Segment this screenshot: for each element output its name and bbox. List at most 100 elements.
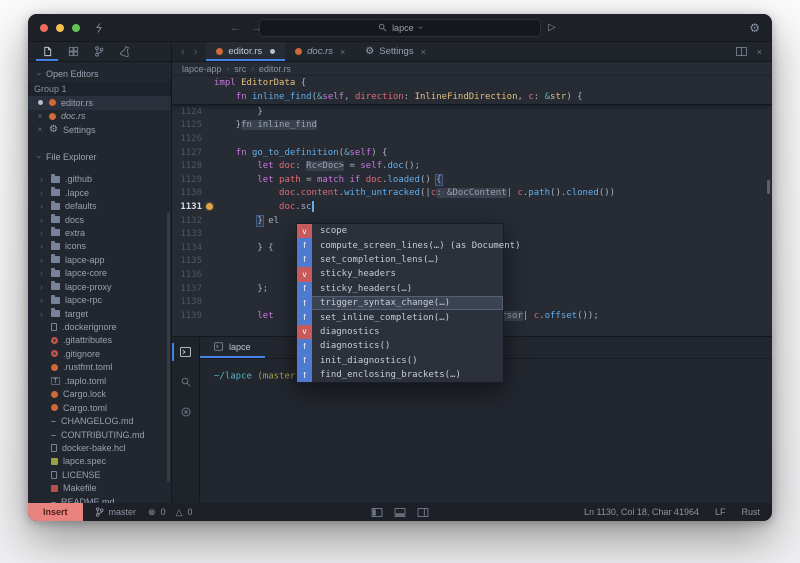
tree-item-lapce-core[interactable]: ›lapce-core [28, 267, 171, 280]
line-number: 1125 [172, 120, 202, 130]
maximize-window-button[interactable] [72, 24, 80, 32]
tree-item-.github[interactable]: ›.github [28, 173, 171, 186]
code-line-1129[interactable]: 1129 let path = match if doc.loaded() { [172, 173, 772, 187]
split-editor-icon[interactable] [736, 47, 747, 56]
tree-item-extra[interactable]: ›extra [28, 226, 171, 239]
activity-explorer[interactable] [36, 42, 58, 61]
remote-connection-icon[interactable] [94, 23, 104, 33]
breadcrumb-part[interactable]: editor.rs [259, 64, 291, 74]
problems-panel-icon[interactable] [172, 403, 199, 421]
tree-item-Cargo.toml[interactable]: Cargo.toml [28, 401, 171, 414]
tree-item-lapce-rpc[interactable]: ›lapce-rpc [28, 293, 171, 306]
completion-item-diagnostics[interactable]: vdiagnostics [297, 325, 503, 339]
modified-dot-icon[interactable] [38, 100, 43, 105]
tree-item-.taplo.toml[interactable]: T.taplo.toml [28, 374, 171, 387]
completion-item-compute_screen_linesasDocument[interactable]: fcompute_screen_lines(…) (as Document) [297, 238, 503, 252]
open-editors-header[interactable]: › Open Editors [28, 66, 171, 82]
tree-item-.lapce[interactable]: ›.lapce [28, 186, 171, 199]
completion-item-trigger_syntax_change[interactable]: ftrigger_syntax_change(…) [297, 296, 503, 310]
activity-debug[interactable] [114, 42, 136, 61]
close-tab-icon[interactable]: × [340, 47, 345, 57]
code-line-1124[interactable]: 1124 } [172, 105, 772, 119]
run-button[interactable]: ▷ [548, 22, 556, 33]
tree-item-target[interactable]: ›target [28, 307, 171, 320]
completion-item-diagnostics[interactable]: fdiagnostics() [297, 339, 503, 353]
editor-scrollbar[interactable] [767, 180, 770, 194]
sidebar-scrollbar[interactable] [167, 212, 170, 482]
terminal-tab-lapce[interactable]: lapce [200, 337, 265, 358]
tree-item-LICENSE[interactable]: LICENSE [28, 468, 171, 481]
file-explorer-header[interactable]: › File Explorer [28, 149, 171, 165]
tree-item-.gitattributes[interactable]: .gitattributes [28, 334, 171, 347]
sticky-line[interactable]: impl EditorData { [172, 76, 772, 90]
completion-item-sticky_headers[interactable]: fsticky_headers(…) [297, 282, 503, 296]
completion-item-find_enclosing_brackets[interactable]: ffind_enclosing_brackets(…) [297, 368, 503, 382]
mode-badge[interactable]: Insert [28, 503, 83, 521]
folder-icon [51, 310, 60, 317]
open-editor-editor.rs[interactable]: editor.rs [28, 96, 171, 110]
activity-plugins[interactable] [62, 42, 84, 61]
language-indicator[interactable]: Rust [741, 507, 760, 517]
cursor-position[interactable]: Ln 1130, Col 18, Char 41964 [584, 507, 699, 517]
close-icon[interactable]: × [36, 125, 44, 134]
tree-item-lapce.spec[interactable]: lapce.spec [28, 455, 171, 468]
completion-item-sticky_headers[interactable]: vsticky_headers [297, 267, 503, 281]
code-line-1126[interactable]: 1126 [172, 132, 772, 146]
eol-indicator[interactable]: LF [715, 507, 726, 517]
tree-item-docker-bake.hcl[interactable]: docker-bake.hcl [28, 441, 171, 454]
breadcrumb-part[interactable]: lapce-app [182, 64, 222, 74]
breadcrumb[interactable]: lapce-app›src›editor.rs [172, 62, 772, 76]
tree-item-CHANGELOG.md[interactable]: –CHANGELOG.md [28, 414, 171, 427]
breadcrumb-part[interactable]: src [234, 64, 246, 74]
lightbulb-icon[interactable] [206, 203, 213, 210]
close-icon[interactable]: × [36, 112, 44, 121]
tree-item-.gitignore[interactable]: .gitignore [28, 347, 171, 360]
tab-Settings[interactable]: ⚙Settings× [355, 42, 436, 61]
close-window-button[interactable] [40, 24, 48, 32]
activity-source-control[interactable] [88, 42, 110, 61]
tab-back-icon[interactable]: ‹ [181, 46, 185, 58]
toggle-left-panel-icon[interactable] [372, 508, 383, 517]
toggle-bottom-panel-icon[interactable] [395, 508, 406, 517]
code-line-1127[interactable]: 1127 fn go_to_definition(&self) { [172, 146, 772, 160]
tree-item-Makefile[interactable]: Makefile [28, 482, 171, 495]
code-line-1125[interactable]: 1125 }fn inline_find [172, 119, 772, 133]
completion-item-init_diagnostics[interactable]: finit_diagnostics() [297, 354, 503, 368]
sticky-line[interactable]: fn inline_find(&self, direction: InlineF… [172, 90, 772, 104]
tab-editor.rs[interactable]: editor.rs [206, 42, 285, 61]
line-number: 1126 [172, 134, 202, 144]
minimize-window-button[interactable] [56, 24, 64, 32]
completion-item-set_completion_lens[interactable]: fset_completion_lens(…) [297, 253, 503, 267]
search-panel-icon[interactable] [172, 373, 199, 391]
branch-indicator[interactable]: master [95, 507, 137, 517]
tree-item-lapce-proxy[interactable]: ›lapce-proxy [28, 280, 171, 293]
tree-item-defaults[interactable]: ›defaults [28, 199, 171, 212]
completion-item-set_inline_completion[interactable]: fset_inline_completion(…) [297, 310, 503, 324]
editor-group-header[interactable]: Group 1 [28, 82, 171, 96]
tree-item-README.md[interactable]: –README.md [28, 495, 171, 503]
open-editor-Settings[interactable]: ×⚙Settings [28, 123, 171, 137]
tab-doc.rs[interactable]: doc.rs× [285, 42, 355, 61]
close-editor-icon[interactable]: × [757, 47, 762, 57]
variable-kind-icon: v [297, 224, 312, 238]
tree-item-CONTRIBUTING.md[interactable]: –CONTRIBUTING.md [28, 428, 171, 441]
tree-item-icons[interactable]: ›icons [28, 240, 171, 253]
code-line-1130[interactable]: 1130 doc.content.with_untracked(|c: &Doc… [172, 187, 772, 201]
tab-forward-icon[interactable]: › [194, 46, 198, 58]
problems-indicator[interactable]: ⊗ 0 △ 0 [148, 507, 193, 518]
terminal-panel-icon[interactable] [172, 343, 199, 361]
toggle-right-panel-icon[interactable] [418, 508, 429, 517]
tree-item-Cargo.lock[interactable]: Cargo.lock [28, 388, 171, 401]
close-tab-icon[interactable]: × [421, 47, 426, 57]
code-line-1131[interactable]: 1131 doc.sc [172, 200, 772, 214]
tree-item-.dockerignore[interactable]: .dockerignore [28, 320, 171, 333]
tree-item-lapce-app[interactable]: ›lapce-app [28, 253, 171, 266]
tree-item-docs[interactable]: ›docs [28, 213, 171, 226]
command-palette-search[interactable]: lapce › [259, 19, 541, 37]
tree-item-.rustfmt.toml[interactable]: .rustfmt.toml [28, 361, 171, 374]
completion-item-scope[interactable]: vscope [297, 224, 503, 238]
open-editor-doc.rs[interactable]: ×doc.rs [28, 110, 171, 124]
back-icon[interactable]: ← [230, 22, 241, 34]
settings-gear-icon[interactable]: ⚙ [749, 21, 760, 35]
code-line-1128[interactable]: 1128 let doc: Rc<Doc> = self.doc(); [172, 159, 772, 173]
